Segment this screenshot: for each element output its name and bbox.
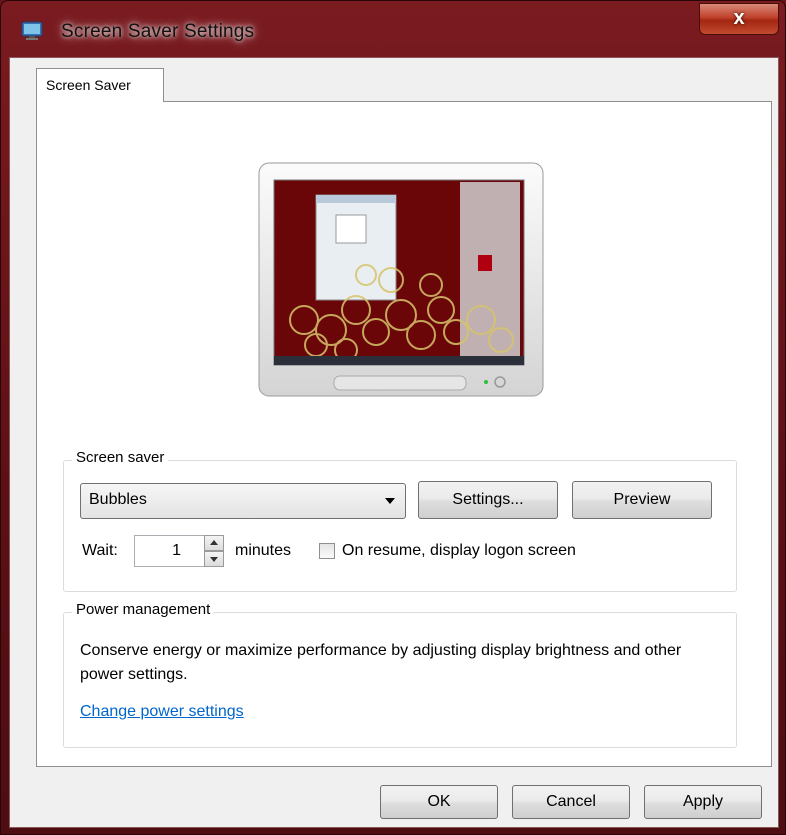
monitor-icon: [21, 21, 43, 40]
dialog-body: Screen Saver Screen saver Bubbles Settin…: [9, 57, 779, 828]
ok-button[interactable]: OK: [380, 785, 498, 819]
close-icon: x: [733, 7, 745, 29]
arrow-up-icon: [210, 540, 218, 545]
wait-label: Wait:: [82, 542, 118, 559]
arrow-down-icon: [210, 557, 218, 562]
wait-minutes-input[interactable]: 1: [134, 535, 206, 567]
spin-down-button[interactable]: [204, 551, 224, 567]
power-description: Conserve energy or maximize performance …: [80, 642, 682, 683]
tab-panel: Screen saver Bubbles Settings... Preview…: [36, 101, 772, 767]
title-bar[interactable]: Screen Saver Settings x: [1, 1, 785, 57]
screen-saver-settings-window: Screen Saver Settings x Screen Saver Scr…: [0, 0, 786, 835]
screen-saver-select[interactable]: Bubbles: [80, 483, 406, 519]
screen-saver-selected-value: Bubbles: [89, 491, 147, 508]
close-button[interactable]: x: [699, 3, 779, 35]
chevron-down-icon: [385, 498, 395, 504]
screen-saver-group-label: Screen saver: [72, 449, 169, 466]
window-title: Screen Saver Settings: [61, 21, 255, 42]
logon-screen-checkbox[interactable]: [319, 543, 335, 559]
spin-up-button[interactable]: [204, 535, 224, 551]
settings-button[interactable]: Settings...: [418, 481, 558, 519]
change-power-settings-link[interactable]: Change power settings: [80, 703, 244, 721]
screen-saver-group: Screen saver Bubbles Settings... Preview…: [63, 449, 737, 592]
power-management-group: Power management Conserve energy or maxi…: [63, 601, 737, 748]
power-management-group-label: Power management: [72, 601, 215, 618]
preview-button[interactable]: Preview: [572, 481, 712, 519]
cancel-button[interactable]: Cancel: [512, 785, 630, 819]
logon-screen-label[interactable]: On resume, display logon screen: [342, 542, 576, 560]
tab-screen-saver[interactable]: Screen Saver: [36, 68, 164, 102]
wait-spinner: [204, 535, 224, 567]
minutes-label: minutes: [235, 542, 292, 559]
screen-saver-preview-monitor: [258, 162, 544, 397]
apply-button[interactable]: Apply: [644, 785, 762, 819]
